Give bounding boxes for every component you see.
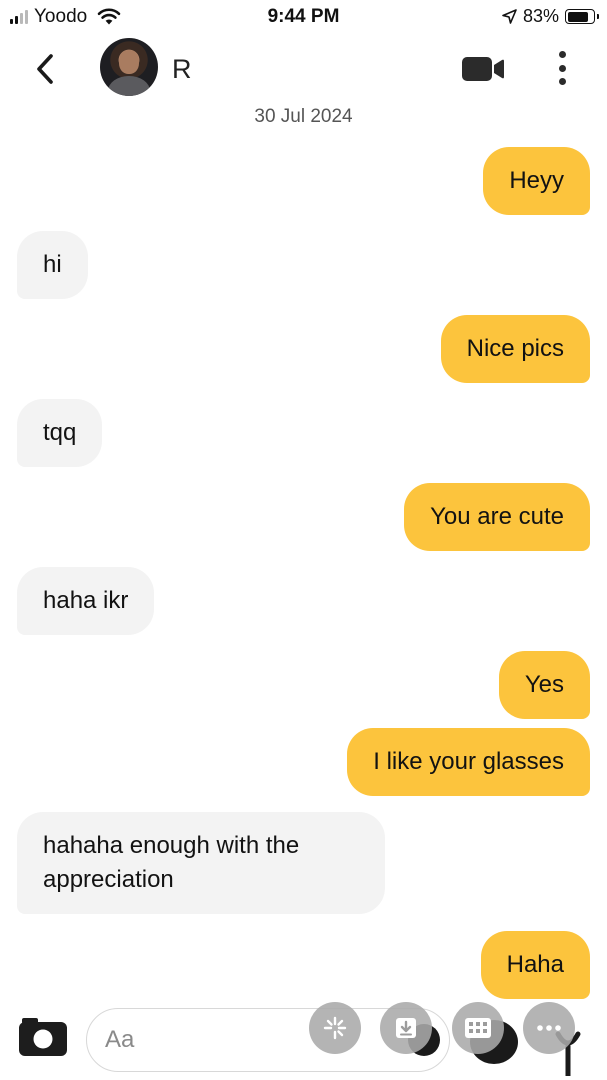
camera-icon <box>19 1018 67 1056</box>
status-right: 83% <box>502 6 599 27</box>
message-composer <box>0 1000 607 1080</box>
battery-fill <box>567 11 589 22</box>
grid-icon <box>465 1018 491 1038</box>
message-bubble-outgoing[interactable]: Haha <box>480 931 590 999</box>
more-options-button[interactable] <box>523 1002 575 1054</box>
message-bubble-outgoing[interactable]: Heyy <box>483 147 590 215</box>
message-bubble-incoming[interactable]: hahaha enough with the appreciation <box>17 812 385 914</box>
message-bubble-incoming[interactable]: haha ikr <box>17 567 155 635</box>
camera-button[interactable] <box>18 1016 68 1063</box>
grid-button[interactable] <box>452 1002 504 1054</box>
date-separator: 30 Jul 2024 <box>254 106 353 127</box>
sparkle-button[interactable] <box>309 1002 361 1054</box>
message-bubble-outgoing[interactable]: I like your glasses <box>347 728 590 796</box>
message-input[interactable] <box>105 1023 315 1057</box>
battery-percent: 83% <box>522 6 559 26</box>
video-camera-icon <box>462 57 504 81</box>
message-bubble-incoming[interactable]: hi <box>17 231 88 299</box>
more-vertical-icon[interactable] <box>552 48 572 88</box>
chevron-left-icon <box>37 54 53 84</box>
message-bubble-outgoing[interactable]: You are cute <box>404 483 590 551</box>
battery-icon <box>565 9 599 24</box>
avatar[interactable] <box>100 38 158 96</box>
more-horizontal-icon <box>537 1025 561 1031</box>
chat-header: R <box>0 34 607 104</box>
back-button[interactable] <box>30 52 60 86</box>
message-bubble-incoming[interactable]: tqq <box>17 399 103 467</box>
chat-screen: Yoodo 9:44 PM 83% R 30 Jul 2024 Heyy hi … <box>0 0 607 1080</box>
message-bubble-outgoing[interactable]: Yes <box>498 651 590 719</box>
location-arrow-icon <box>502 9 517 24</box>
contact-name[interactable]: R <box>172 54 192 85</box>
sparkle-icon <box>323 1016 347 1040</box>
video-call-button[interactable] <box>462 56 504 87</box>
message-bubble-outgoing[interactable]: Nice pics <box>440 315 590 383</box>
download-button[interactable] <box>380 1002 432 1054</box>
download-icon <box>396 1018 416 1038</box>
status-bar: Yoodo 9:44 PM 83% <box>0 0 607 34</box>
